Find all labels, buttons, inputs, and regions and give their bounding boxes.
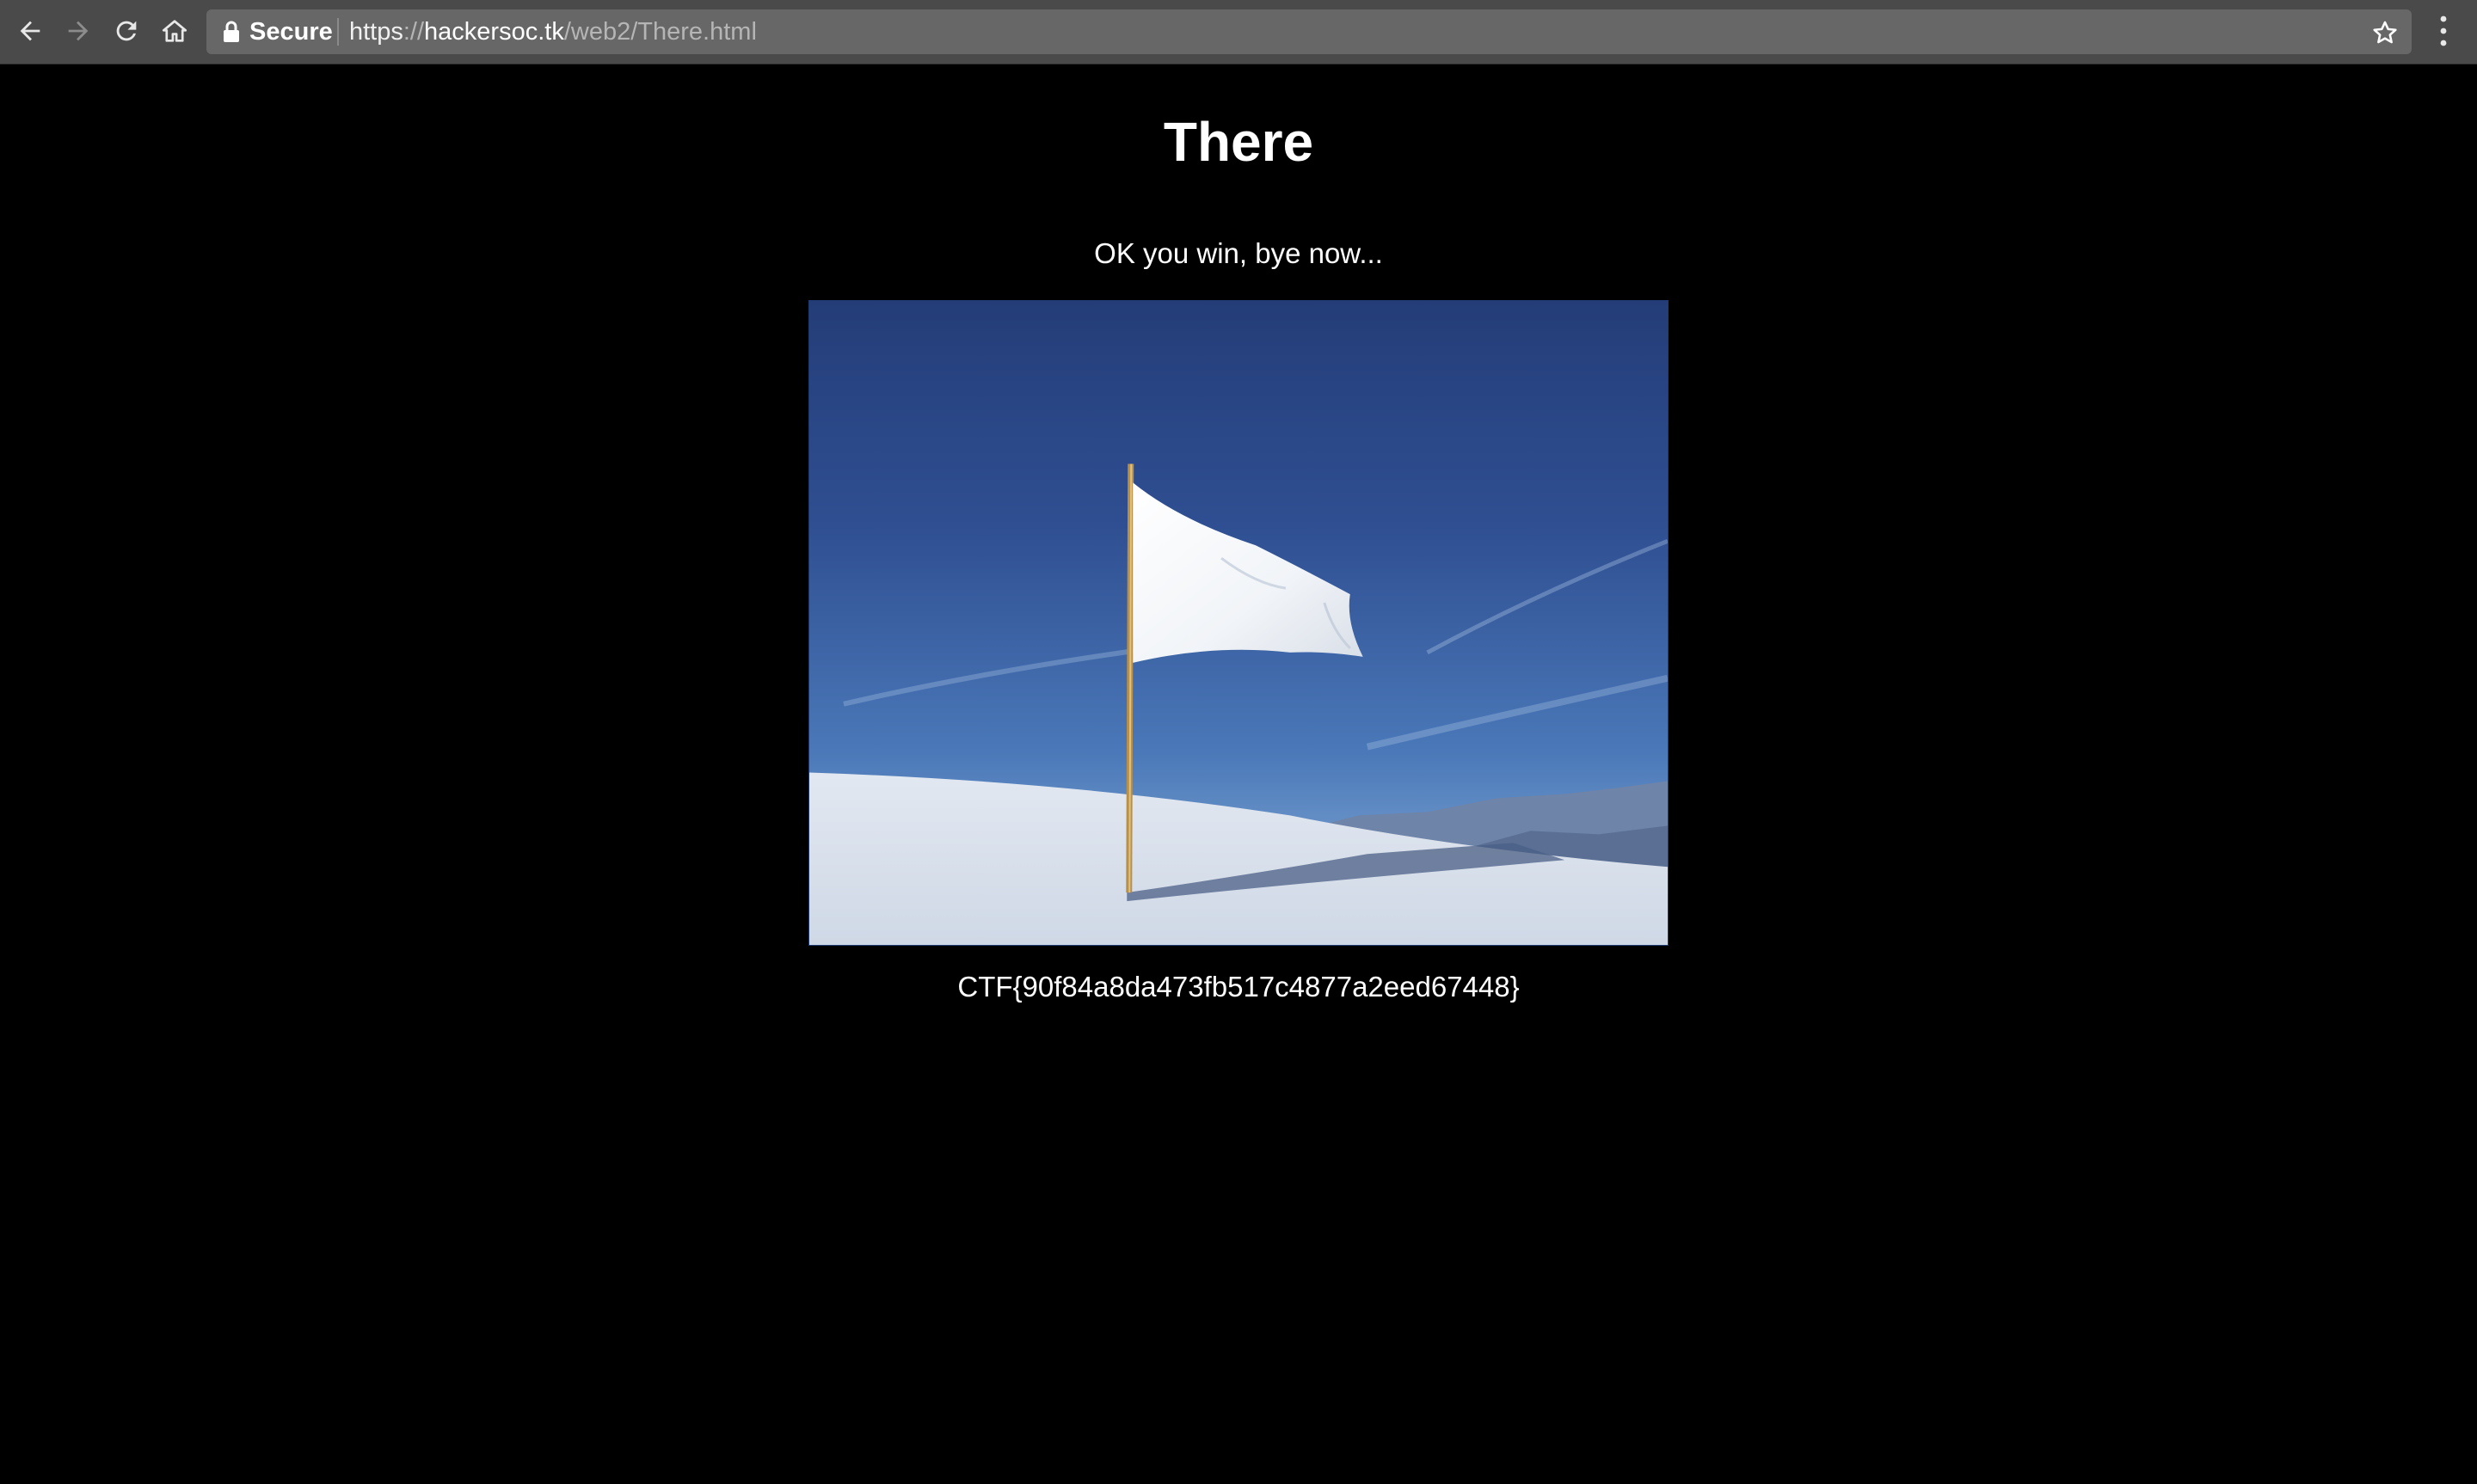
back-arrow-icon (20, 21, 40, 41)
url-scheme: https (349, 18, 403, 46)
page-title: There (1163, 111, 1314, 173)
reload-icon (116, 21, 137, 41)
ctf-flag-text: CTF{90f84a8da473fb517c4877a2eed67448} (957, 971, 1520, 1003)
address-bar[interactable]: Secure https://hackersoc.tk/web2/There.h… (206, 9, 2412, 54)
forward-arrow-icon (68, 21, 89, 41)
vertical-dots-icon[interactable] (2431, 12, 2456, 50)
white-flag-illustration (809, 301, 1668, 945)
security-label: Secure (249, 18, 333, 46)
page-content: There OK you win, bye now... CTF{90f84a8… (0, 64, 2477, 1484)
star-icon[interactable] (2370, 18, 2400, 47)
lock-icon (224, 21, 239, 42)
forward-button[interactable] (58, 11, 98, 51)
reload-button[interactable] (107, 11, 146, 51)
home-button[interactable] (155, 11, 194, 51)
url-host: hackersoc.tk (424, 18, 564, 46)
url-text[interactable]: https://hackersoc.tk/web2/There.html (349, 17, 757, 46)
browser-toolbar: Secure https://hackersoc.tk/web2/There.h… (0, 0, 2477, 64)
url-separator: :// (403, 18, 425, 46)
home-icon (162, 20, 187, 42)
win-message: OK you win, bye now... (1094, 237, 1383, 269)
white-flag-photo (808, 300, 1669, 946)
url-path: /web2/There.html (563, 18, 757, 46)
back-button[interactable] (10, 11, 50, 51)
omnibox-divider (337, 18, 339, 46)
